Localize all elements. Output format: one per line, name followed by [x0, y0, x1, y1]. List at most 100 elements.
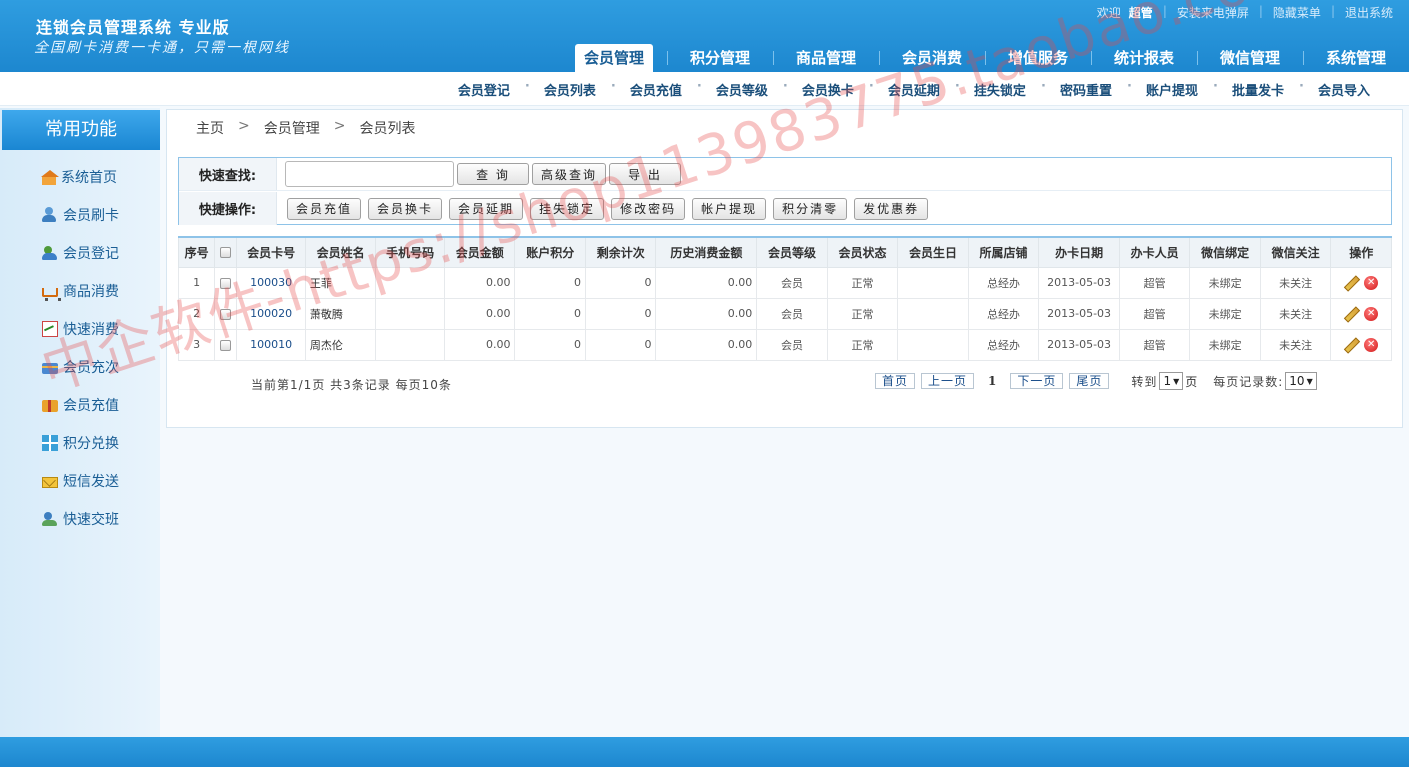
- goto-label: 转到: [1131, 374, 1158, 389]
- sidebar-item-goods-consume[interactable]: 商品消费: [0, 272, 160, 310]
- cell-select[interactable]: [214, 266, 238, 299]
- edit-icon[interactable]: [1344, 307, 1358, 321]
- breadcrumb-home[interactable]: 主页: [196, 118, 224, 138]
- row-checkbox[interactable]: [220, 277, 232, 289]
- nav-system[interactable]: 系统管理: [1303, 44, 1409, 72]
- goto-page-select[interactable]: 1 ▼: [1159, 372, 1184, 390]
- advanced-query-button[interactable]: 高级查询: [532, 163, 607, 185]
- nav-points-management[interactable]: 积分管理: [667, 44, 773, 72]
- sidebar-item-quick-consume[interactable]: 快速消费: [0, 310, 160, 348]
- current-page: 1: [988, 374, 997, 388]
- prev-page-button[interactable]: 上一页: [921, 373, 975, 389]
- card-icon: [42, 363, 58, 374]
- cell-card[interactable]: 100020: [236, 297, 306, 330]
- nav-goods-management[interactable]: 商品管理: [773, 44, 879, 72]
- users-icon: [42, 245, 58, 261]
- nav-wechat[interactable]: 微信管理: [1197, 44, 1303, 72]
- subnav-member-extend[interactable]: 会员延期: [869, 79, 957, 99]
- loss-lock-button[interactable]: 挂失锁定: [530, 197, 605, 220]
- box-icon: [42, 400, 58, 412]
- install-popup-link[interactable]: 安装来电弹屏: [1173, 4, 1253, 21]
- cell-staff: 超管: [1118, 328, 1191, 361]
- subnav-member-register[interactable]: 会员登记: [441, 80, 527, 99]
- col-amount: 会员金额: [443, 236, 516, 268]
- member-table: 序号 会员卡号 会员姓名 手机号码 会员金额 账户积分 剩余计次 历史消费金额 …: [177, 236, 1392, 361]
- subnav-password-reset[interactable]: 密码重置: [1041, 79, 1129, 99]
- subnav-member-level[interactable]: 会员等级: [697, 79, 785, 99]
- cell-phone: [375, 328, 445, 361]
- cell-date: 2013-05-03: [1038, 328, 1120, 361]
- nav-member-consumption[interactable]: 会员消费: [879, 44, 985, 72]
- last-page-button[interactable]: 尾页: [1069, 373, 1110, 389]
- next-page-button[interactable]: 下一页: [1010, 373, 1064, 389]
- first-page-button[interactable]: 首页: [875, 373, 916, 389]
- search-input[interactable]: [285, 161, 454, 187]
- sidebar-item-home[interactable]: 系统首页: [0, 158, 160, 196]
- issue-coupon-button[interactable]: 发优惠券: [854, 197, 929, 220]
- table-row[interactable]: 1 100030 王菲 0.00 0 0 0.00 会员 正常 总经办 2013…: [177, 266, 1392, 299]
- cell-card[interactable]: 100010: [236, 328, 306, 361]
- subnav-loss-lock[interactable]: 挂失锁定: [955, 79, 1043, 99]
- breadcrumb: 主页 > 会员管理 > 会员列表: [196, 118, 415, 138]
- cell-staff: 超管: [1118, 297, 1191, 330]
- delete-icon[interactable]: ✕: [1364, 337, 1379, 352]
- cell-name: 周杰伦: [304, 328, 377, 361]
- col-store: 所属店铺: [967, 236, 1040, 268]
- logout-link[interactable]: 退出系统: [1341, 4, 1397, 21]
- sidebar-item-register[interactable]: 会员登记: [0, 234, 160, 272]
- cell-card[interactable]: 100030: [236, 266, 306, 299]
- edit-icon[interactable]: [1344, 338, 1358, 352]
- sidebar-item-points-exchange[interactable]: 积分兑换: [0, 424, 160, 462]
- subnav-batch-issue[interactable]: 批量发卡: [1213, 79, 1301, 99]
- cell-select[interactable]: [214, 328, 238, 361]
- sidebar-item-label: 会员登记: [63, 246, 119, 262]
- delete-icon[interactable]: ✕: [1364, 306, 1379, 321]
- table-row[interactable]: 3 100010 周杰伦 0.00 0 0 0.00 会员 正常 总经办 201…: [177, 328, 1392, 361]
- cell-history: 0.00: [655, 297, 758, 330]
- subnav-member-recharge[interactable]: 会员充值: [611, 79, 699, 99]
- sidebar-item-shift[interactable]: 快速交班: [0, 500, 160, 538]
- change-password-button[interactable]: 修改密码: [611, 197, 686, 220]
- subnav-card-change[interactable]: 会员换卡: [783, 79, 871, 99]
- nav-value-added[interactable]: 增值服务: [985, 44, 1091, 72]
- subnav-withdraw[interactable]: 账户提现: [1127, 79, 1215, 99]
- recharge-button[interactable]: 会员充值: [287, 197, 362, 220]
- divider: |: [1162, 4, 1167, 18]
- cell-amount: 0.00: [443, 297, 516, 330]
- hide-menu-link[interactable]: 隐藏菜单: [1269, 4, 1325, 21]
- sidebar-item-recharge-times[interactable]: 会员充次: [0, 348, 160, 386]
- export-button[interactable]: 导 出: [609, 163, 682, 185]
- query-button[interactable]: 查 询: [457, 163, 529, 185]
- dropdown-arrow-icon: ▼: [1173, 376, 1180, 386]
- gift-icon: [42, 435, 58, 451]
- cell-name: 萧敬腾: [304, 297, 377, 330]
- nav-reports[interactable]: 统计报表: [1091, 44, 1197, 72]
- sidebar-item-swipe-card[interactable]: 会员刷卡: [0, 196, 160, 234]
- card-change-button[interactable]: 会员换卡: [368, 197, 443, 220]
- table-row[interactable]: 2 100020 萧敬腾 0.00 0 0 0.00 会员 正常 总经办 201…: [177, 297, 1392, 330]
- clear-points-button[interactable]: 积分清零: [773, 197, 848, 220]
- shift-icon: [42, 511, 58, 527]
- cell-wx-follow: 未关注: [1259, 328, 1332, 361]
- cell-points: 0: [514, 328, 586, 361]
- per-page-select[interactable]: 10 ▼: [1285, 372, 1317, 390]
- breadcrumb-member-management[interactable]: 会员管理: [264, 118, 320, 138]
- select-all-checkbox[interactable]: [220, 247, 232, 259]
- withdraw-button[interactable]: 帐户提现: [692, 197, 767, 220]
- delete-icon[interactable]: ✕: [1364, 275, 1379, 290]
- per-page-label: 每页记录数:: [1213, 374, 1284, 389]
- col-name: 会员姓名: [304, 236, 377, 268]
- col-select-all[interactable]: [214, 236, 238, 268]
- row-checkbox[interactable]: [220, 339, 232, 351]
- edit-icon[interactable]: [1344, 276, 1358, 290]
- sidebar-item-sms[interactable]: 短信发送: [0, 462, 160, 500]
- col-history: 历史消费金额: [655, 236, 758, 268]
- sidebar-item-recharge[interactable]: 会员充值: [0, 386, 160, 424]
- subnav-member-import[interactable]: 会员导入: [1299, 79, 1387, 99]
- sidebar-title: 常用功能: [2, 110, 160, 150]
- nav-member-management[interactable]: 会员管理: [575, 44, 653, 72]
- cell-select[interactable]: [214, 297, 238, 330]
- row-checkbox[interactable]: [220, 308, 232, 320]
- extend-button[interactable]: 会员延期: [449, 197, 524, 220]
- subnav-member-list[interactable]: 会员列表: [525, 79, 613, 99]
